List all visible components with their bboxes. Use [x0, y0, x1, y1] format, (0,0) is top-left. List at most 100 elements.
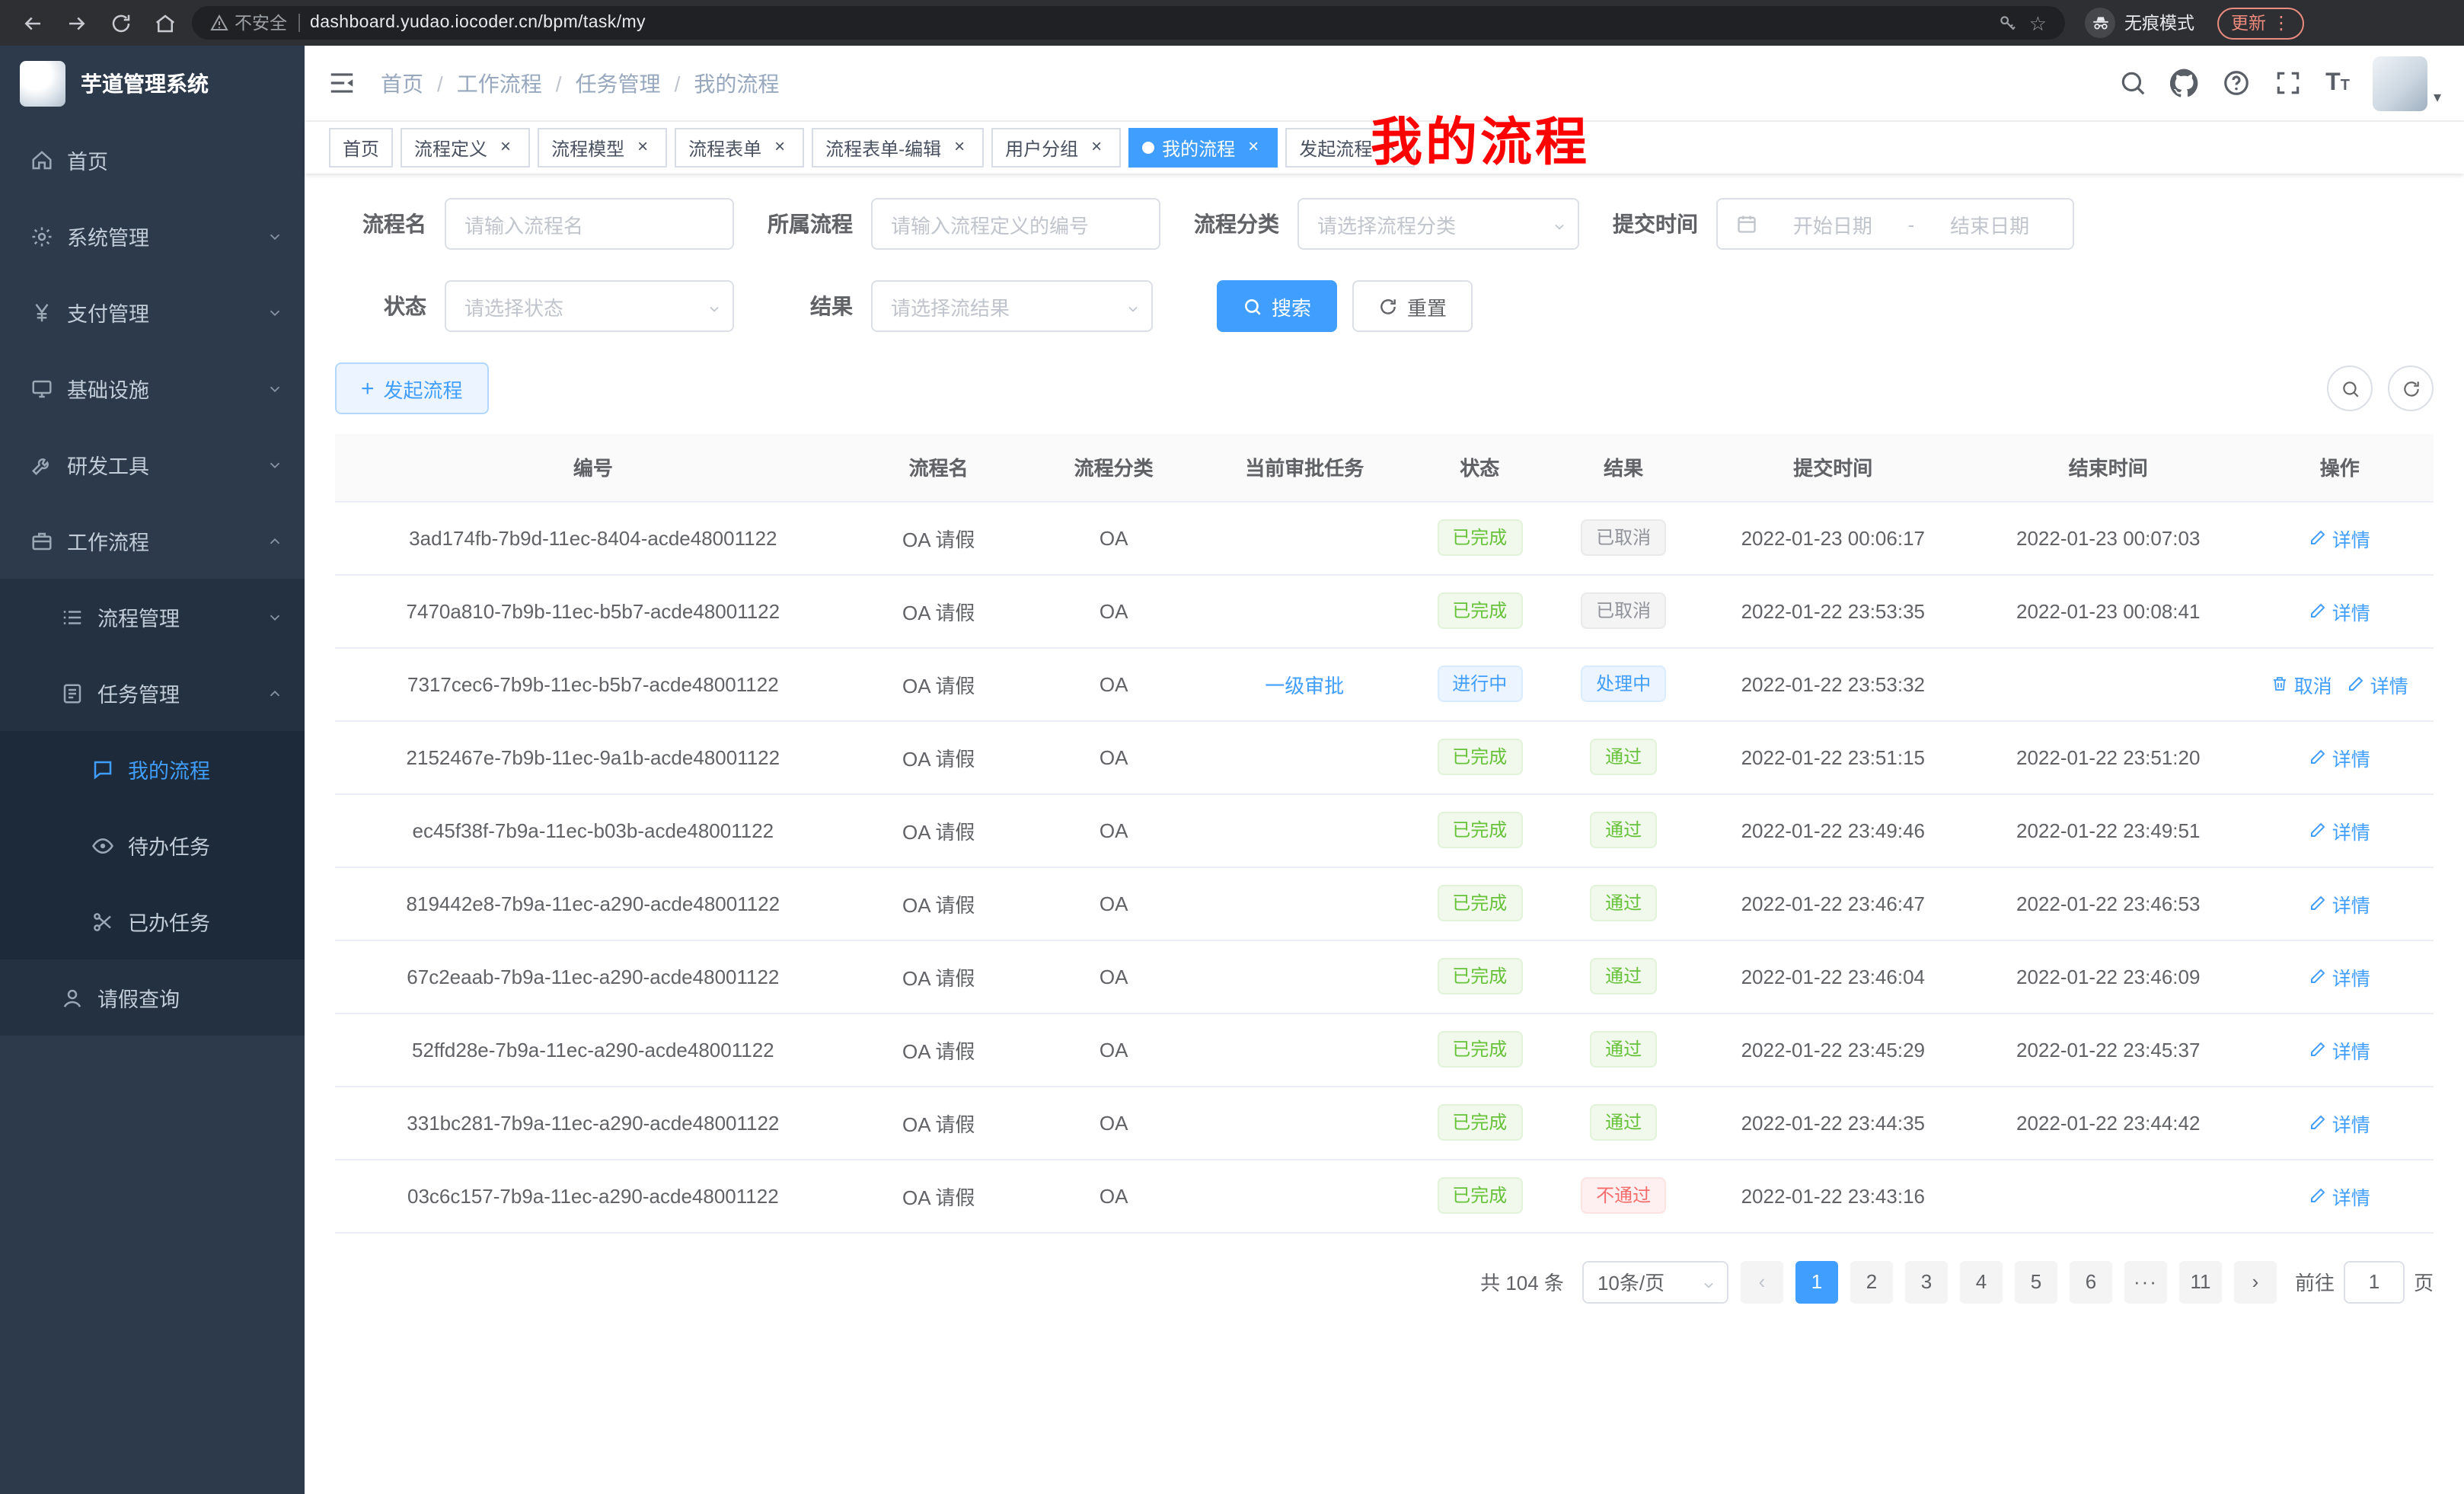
reset-button[interactable]: 重置 — [1352, 280, 1473, 332]
user-menu[interactable]: ▾ — [2373, 56, 2441, 110]
github-icon[interactable] — [2170, 69, 2199, 97]
result-tag: 通过 — [1590, 739, 1657, 775]
detail-action-link[interactable]: 详情 — [2309, 742, 2370, 771]
table-row: 52ffd28e-7b9a-11ec-a290-acde48001122OA 请… — [335, 1013, 2434, 1086]
prev-page-button[interactable]: ‹ — [1741, 1260, 1783, 1303]
column-header: 流程分类 — [1026, 434, 1202, 501]
page-size-select[interactable]: 10条/页 — [1582, 1260, 1728, 1303]
status-select[interactable]: 请选择状态 — [445, 280, 734, 332]
warning-icon — [210, 14, 228, 32]
goto-label: 前往 — [2295, 1267, 2335, 1296]
pagination-page[interactable]: 4 — [1960, 1260, 2003, 1303]
create-process-button[interactable]: + 发起流程 — [335, 362, 489, 414]
search-icon[interactable] — [2118, 69, 2147, 97]
sidebar-item[interactable]: 基础设施 — [0, 350, 305, 426]
detail-action-link[interactable]: 详情 — [2309, 962, 2370, 991]
view-tab[interactable]: 流程定义× — [401, 128, 530, 168]
sidebar-item[interactable]: 任务管理 — [0, 655, 305, 731]
sidebar-item[interactable]: 系统管理 — [0, 198, 305, 274]
sidebar-item[interactable]: 我的流程 — [0, 731, 305, 807]
url-text: dashboard.yudao.iocoder.cn/bpm/task/my — [310, 14, 646, 32]
cell-submit-time: 2022-01-22 23:51:15 — [1696, 720, 1971, 793]
pagination-page[interactable]: 1 — [1795, 1260, 1838, 1303]
action-label: 详情 — [2332, 816, 2370, 844]
sidebar-item[interactable]: 研发工具 — [0, 426, 305, 503]
current-task-link[interactable]: 一级审批 — [1265, 674, 1344, 697]
pagination-page[interactable]: 3 — [1905, 1260, 1948, 1303]
pagination-page[interactable]: 6 — [2070, 1260, 2112, 1303]
filter-process-definition: 所属流程 请输入流程定义的编号 — [761, 198, 1160, 250]
pagination-page[interactable]: 11 — [2179, 1260, 2222, 1303]
filter-category: 流程分类 请选择流程分类 — [1188, 198, 1579, 250]
detail-action-link[interactable]: 详情 — [2309, 1181, 2370, 1210]
sidebar-item[interactable]: 已办任务 — [0, 883, 305, 959]
sidebar-item[interactable]: 首页 — [0, 122, 305, 198]
sidebar-item[interactable]: 支付管理 — [0, 274, 305, 350]
update-button[interactable]: 更新 ⋮ — [2217, 7, 2304, 39]
cell-current-task — [1202, 1159, 1408, 1232]
process-name-input[interactable]: 请输入流程名 — [445, 198, 734, 250]
edit-icon — [2309, 1113, 2328, 1132]
view-tab[interactable]: 首页 — [329, 128, 393, 168]
fullscreen-icon[interactable] — [2274, 69, 2303, 97]
pagination-page[interactable]: 5 — [2015, 1260, 2057, 1303]
font-size-icon[interactable]: TT — [2325, 69, 2350, 97]
breadcrumb-item[interactable]: 首页 — [381, 68, 423, 98]
detail-action-link[interactable]: 详情 — [2348, 669, 2408, 698]
security-chip[interactable]: 不安全 — [210, 11, 287, 35]
close-icon[interactable]: × — [1243, 137, 1264, 158]
pagination-ellipsis[interactable]: ··· — [2124, 1260, 2167, 1303]
close-icon[interactable]: × — [1086, 137, 1107, 158]
submit-time-range-picker[interactable]: 开始日期 - 结束日期 — [1716, 198, 2074, 250]
edit-icon — [2309, 602, 2328, 620]
sidebar-item[interactable]: 待办任务 — [0, 807, 305, 883]
breadcrumb-item[interactable]: 任务管理 — [576, 68, 661, 98]
address-divider — [298, 14, 299, 32]
sidebar-item[interactable]: 请假查询 — [0, 959, 305, 1036]
back-button[interactable] — [15, 6, 49, 40]
close-icon[interactable]: × — [632, 137, 653, 158]
process-definition-input[interactable]: 请输入流程定义的编号 — [871, 198, 1160, 250]
detail-action-link[interactable]: 详情 — [2309, 1108, 2370, 1137]
view-tab[interactable]: 流程模型× — [538, 128, 667, 168]
key-icon[interactable] — [1999, 13, 2019, 33]
view-tab[interactable]: 流程表单-编辑× — [812, 128, 984, 168]
pagination-page[interactable]: 2 — [1850, 1260, 1893, 1303]
view-tab[interactable]: 用户分组× — [991, 128, 1121, 168]
category-select[interactable]: 请选择流程分类 — [1297, 198, 1579, 250]
home-button[interactable] — [148, 6, 181, 40]
edit-icon — [2309, 528, 2328, 547]
detail-action-link[interactable]: 详情 — [2309, 1035, 2370, 1064]
browser-menu-icon[interactable]: ⋮ — [2272, 14, 2290, 32]
sidebar-item[interactable]: 流程管理 — [0, 579, 305, 655]
chevron-down-icon — [1125, 302, 1138, 314]
view-tab[interactable]: 我的流程× — [1128, 128, 1278, 168]
avatar[interactable] — [2373, 56, 2427, 110]
forward-button[interactable] — [59, 6, 93, 40]
address-bar[interactable]: 不安全 dashboard.yudao.iocoder.cn/bpm/task/… — [192, 6, 2065, 40]
sidebar-item[interactable]: 工作流程 — [0, 503, 305, 579]
toggle-search-button[interactable] — [2327, 366, 2373, 411]
detail-action-link[interactable]: 详情 — [2309, 596, 2370, 625]
next-page-button[interactable]: › — [2234, 1260, 2277, 1303]
menu-collapse-icon[interactable] — [327, 69, 356, 97]
refresh-table-button[interactable] — [2388, 366, 2434, 411]
table-row: 2152467e-7b9b-11ec-9a1b-acde48001122OA 请… — [335, 720, 2434, 793]
goto-page-input[interactable]: 1 — [2344, 1260, 2405, 1303]
close-icon[interactable]: × — [769, 137, 790, 158]
cell-submit-time: 2022-01-22 23:49:46 — [1696, 793, 1971, 867]
close-icon[interactable]: × — [495, 137, 516, 158]
reload-button[interactable] — [104, 6, 137, 40]
detail-action-link[interactable]: 详情 — [2309, 816, 2370, 844]
search-button[interactable]: 搜索 — [1217, 280, 1337, 332]
result-select[interactable]: 请选择流结果 — [871, 280, 1153, 332]
detail-action-link[interactable]: 详情 — [2309, 523, 2370, 552]
bookmark-star-icon[interactable]: ☆ — [2029, 13, 2047, 33]
breadcrumb-item[interactable]: 工作流程 — [457, 68, 542, 98]
detail-action-link[interactable]: 详情 — [2309, 889, 2370, 918]
cell-result: 通过 — [1552, 867, 1696, 940]
cancel-action-link[interactable]: 取消 — [2271, 669, 2332, 698]
close-icon[interactable]: × — [949, 137, 970, 158]
view-tab[interactable]: 流程表单× — [675, 128, 804, 168]
help-icon[interactable] — [2222, 69, 2251, 97]
